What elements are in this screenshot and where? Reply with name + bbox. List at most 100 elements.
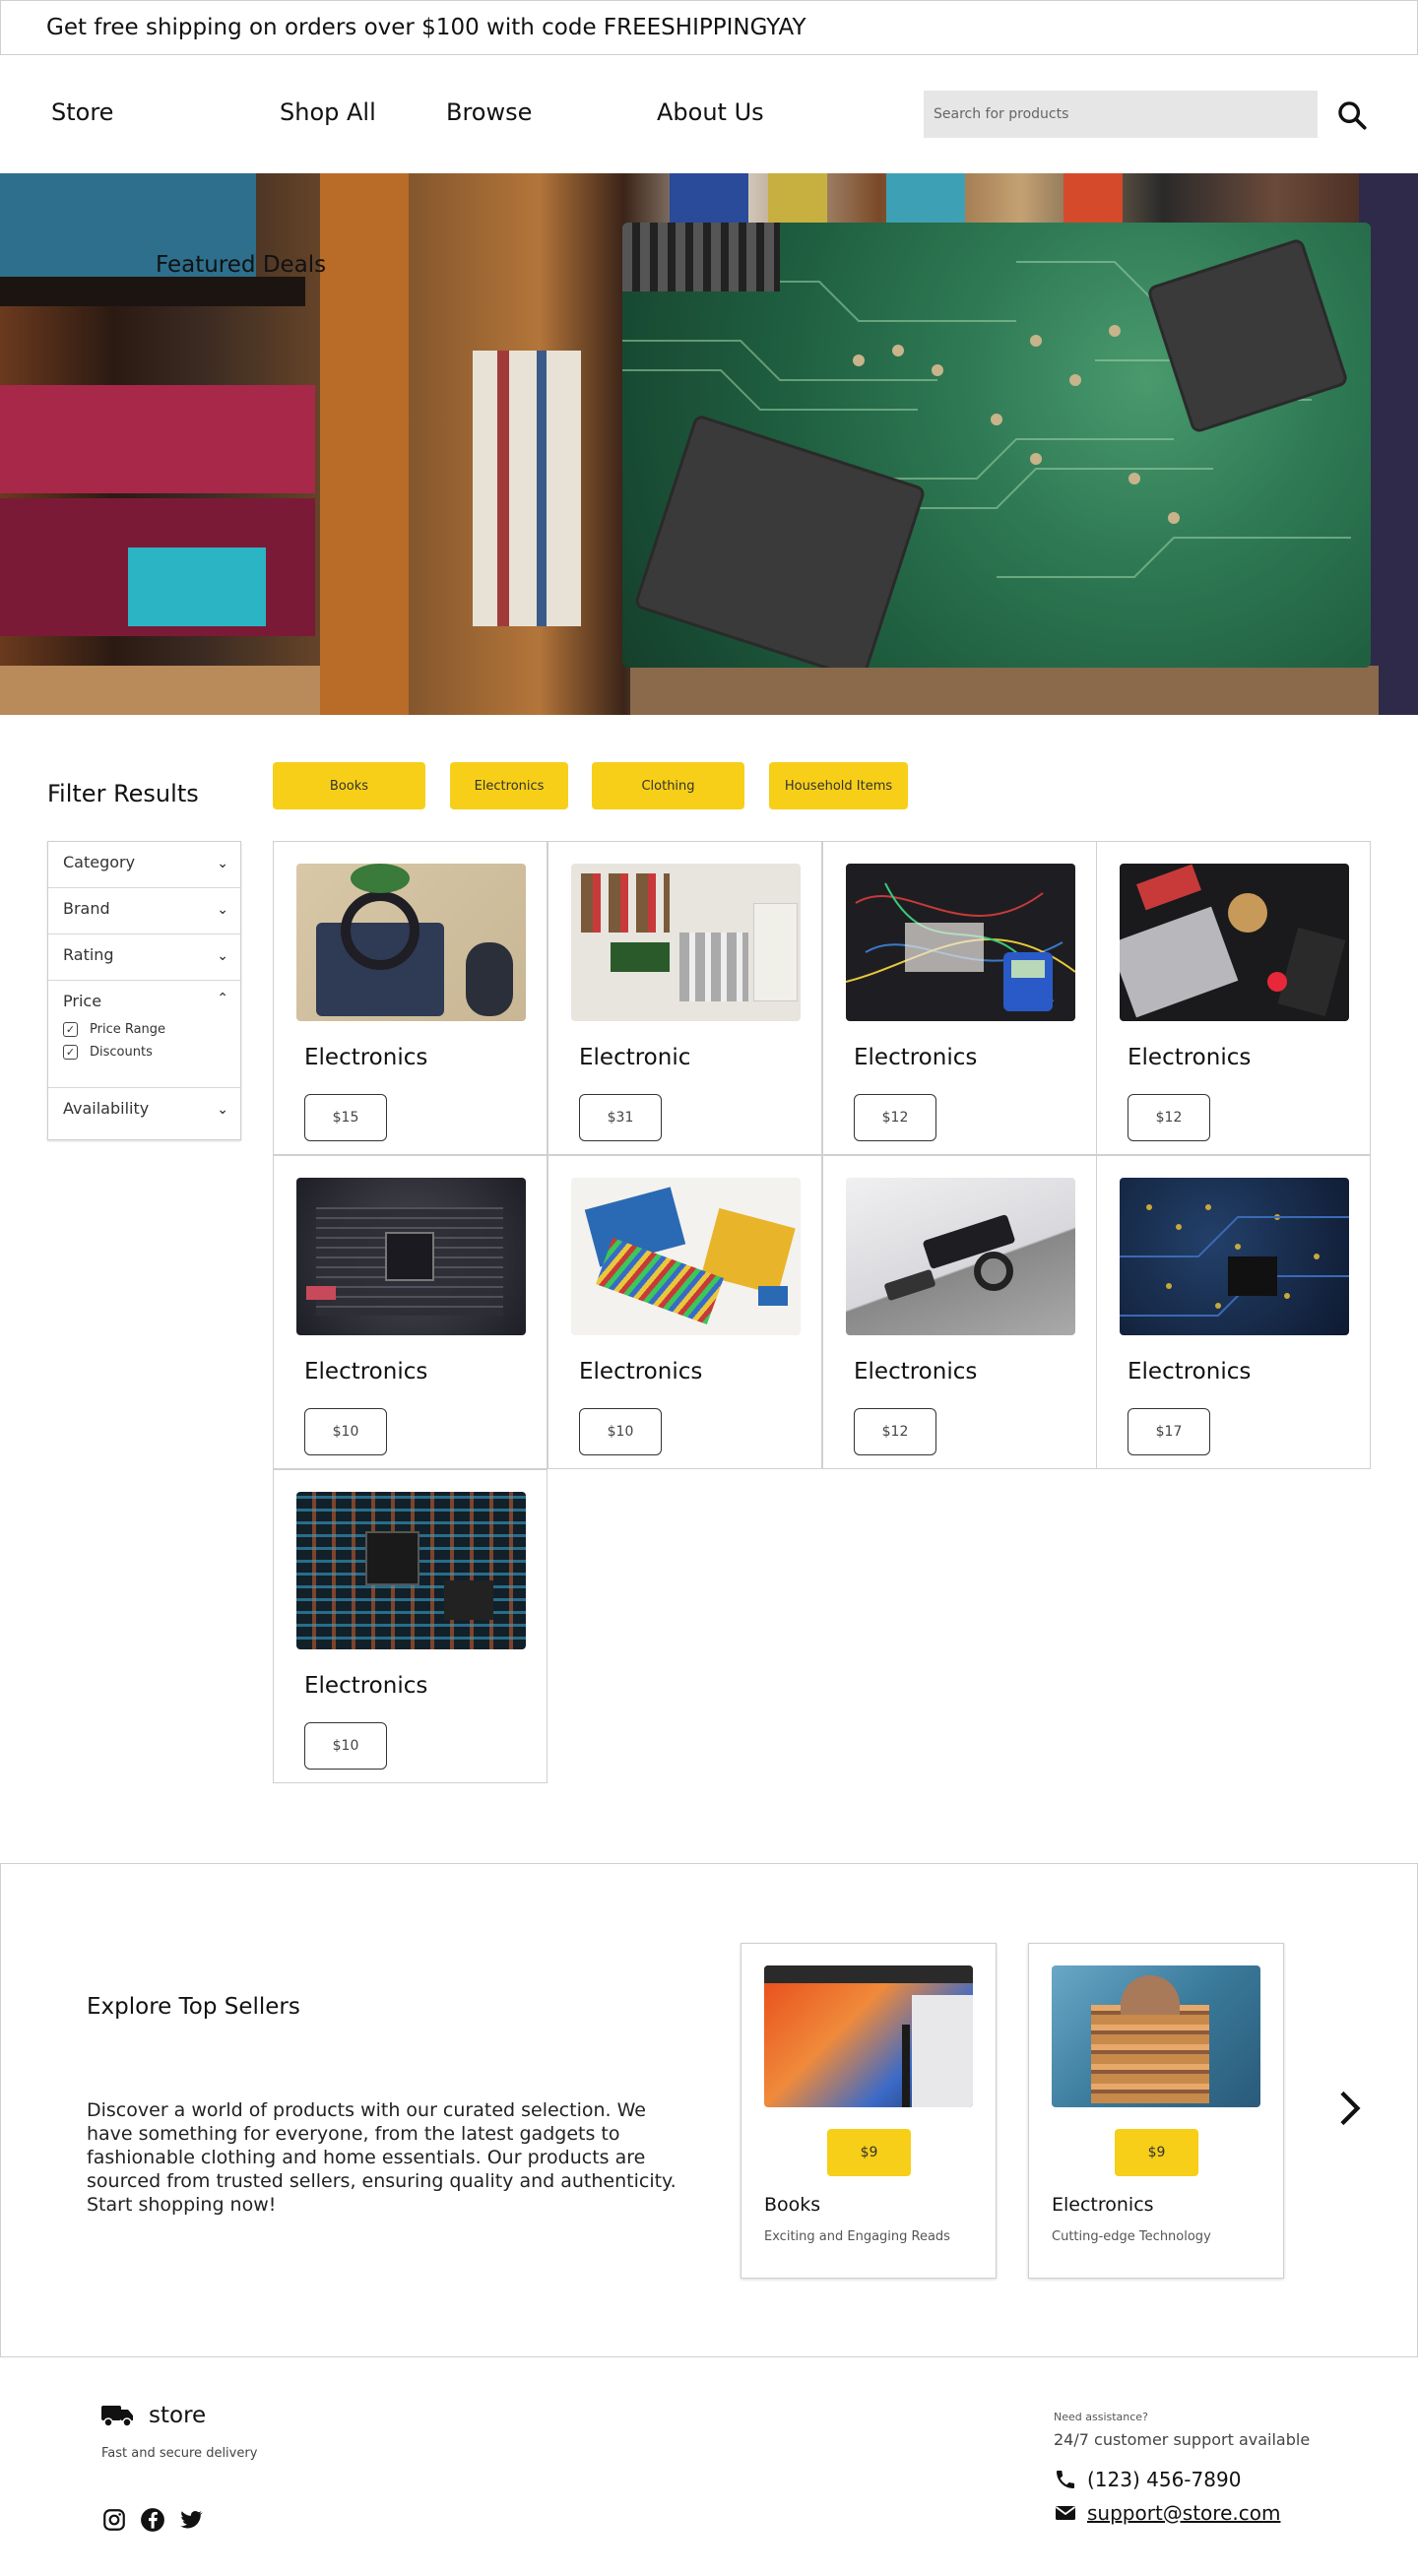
nav-browse[interactable]: Browse <box>446 98 532 126</box>
product-price-button[interactable]: $10 <box>304 1408 387 1455</box>
product-card[interactable]: Electronics $15 <box>273 841 548 1155</box>
product-name: Electronics <box>854 1045 978 1070</box>
footer-brand[interactable]: store <box>101 2403 206 2428</box>
seller-name: Electronics <box>1052 2194 1154 2216</box>
hero-title: Featured Deals <box>156 252 327 278</box>
product-name: Electronics <box>304 1359 428 1385</box>
seller-subtitle: Cutting-edge Technology <box>1052 2229 1211 2244</box>
product-image <box>846 1178 1075 1335</box>
product-price-button[interactable]: $12 <box>854 1094 936 1141</box>
email-link[interactable]: support@store.com <box>1087 2501 1280 2525</box>
phone-icon <box>1057 2471 1074 2488</box>
product-card[interactable]: Electronic $31 <box>548 841 822 1155</box>
category-chip-books[interactable]: Books <box>273 762 425 809</box>
product-name: Electronics <box>1128 1359 1252 1385</box>
product-price-button[interactable]: $10 <box>579 1408 662 1455</box>
product-card[interactable]: Electronics $12 <box>822 841 1097 1155</box>
product-price-button[interactable]: $12 <box>1128 1094 1210 1141</box>
seller-price-button[interactable]: $9 <box>1115 2129 1198 2176</box>
main-nav: Store Shop All Browse About Us <box>0 55 1418 173</box>
nav-shop-all[interactable]: Shop All <box>280 98 376 126</box>
product-name: Electronics <box>304 1045 428 1070</box>
product-image <box>296 864 526 1021</box>
check-icon[interactable]: ✓ <box>63 1045 78 1060</box>
product-image <box>296 1492 526 1649</box>
product-image <box>1120 1178 1349 1335</box>
nav-about-us[interactable]: About Us <box>657 98 764 126</box>
price-range-option[interactable]: ✓ Price Range <box>63 1022 240 1037</box>
seller-name: Books <box>764 2194 821 2216</box>
seller-card[interactable]: $9 Electronics Cutting-edge Technology <box>1028 1943 1284 2279</box>
top-sellers-section: Explore Top Sellers Discover a world of … <box>0 1863 1418 2357</box>
footer-brand-name: store <box>149 2403 207 2428</box>
filter-title: Filter Results <box>47 780 199 807</box>
product-name: Electronic <box>579 1045 691 1070</box>
product-card[interactable]: Electronics $12 <box>1096 841 1371 1155</box>
product-card[interactable]: Electronics $10 <box>548 1155 822 1469</box>
logo-link[interactable]: Store <box>51 98 113 126</box>
hero-banner: Featured Deals <box>0 173 1418 715</box>
filter-brand[interactable]: Brand ⌄ <box>48 888 240 934</box>
filter-rating[interactable]: Rating ⌄ <box>48 934 240 981</box>
product-card[interactable]: Electronics $10 <box>273 1155 548 1469</box>
price-range-label: Price Range <box>90 1022 166 1037</box>
filter-category-label: Category <box>63 853 136 871</box>
product-price-button[interactable]: $15 <box>304 1094 387 1141</box>
chevron-down-icon: ⌄ <box>217 856 228 871</box>
product-name: Electronics <box>1128 1045 1252 1070</box>
filter-rating-label: Rating <box>63 945 114 964</box>
facebook-icon[interactable] <box>140 2507 165 2533</box>
product-price-button[interactable]: $12 <box>854 1408 936 1455</box>
truck-icon <box>101 2406 133 2427</box>
product-price-button[interactable]: $17 <box>1128 1408 1210 1455</box>
category-chip-electronics[interactable]: Electronics <box>450 762 568 809</box>
phone-number: (123) 456-7890 <box>1087 2468 1242 2491</box>
check-icon[interactable]: ✓ <box>63 1022 78 1037</box>
product-card[interactable]: Electronics $17 <box>1096 1155 1371 1469</box>
hero-image <box>622 223 1371 668</box>
top-sellers-title: Explore Top Sellers <box>87 1994 300 2020</box>
footer-tagline: Fast and secure delivery <box>101 2446 258 2461</box>
filter-price-label: Price <box>63 992 102 1010</box>
mail-icon <box>1055 2506 1076 2520</box>
filter-availability[interactable]: Availability ⌄ <box>48 1088 240 1134</box>
filter-availability-label: Availability <box>63 1099 150 1118</box>
seller-image <box>1052 1965 1260 2107</box>
email-contact[interactable]: support@store.com <box>1054 2501 1280 2525</box>
filter-brand-label: Brand <box>63 899 110 918</box>
product-image <box>571 864 801 1021</box>
announcement-text: Get free shipping on orders over $100 wi… <box>46 15 806 40</box>
seller-price-button[interactable]: $9 <box>827 2129 911 2176</box>
page: Get free shipping on orders over $100 wi… <box>0 0 1418 2576</box>
product-image <box>571 1178 801 1335</box>
filter-category[interactable]: Category ⌄ <box>48 842 240 888</box>
top-sellers-description: Discover a world of products with our cu… <box>87 2099 677 2216</box>
discounts-option[interactable]: ✓ Discounts <box>63 1045 240 1060</box>
announcement-bar: Get free shipping on orders over $100 wi… <box>0 0 1418 55</box>
phone-contact[interactable]: (123) 456-7890 <box>1054 2468 1241 2491</box>
product-price-button[interactable]: $31 <box>579 1094 662 1141</box>
category-chip-household-items[interactable]: Household Items <box>769 762 908 809</box>
chevron-right-icon[interactable] <box>1332 2089 1366 2128</box>
chevron-down-icon: ⌄ <box>217 948 228 964</box>
product-image <box>1120 864 1349 1021</box>
seller-subtitle: Exciting and Engaging Reads <box>764 2229 950 2244</box>
product-image <box>846 864 1075 1021</box>
twitter-icon[interactable] <box>178 2507 204 2533</box>
search-icon[interactable] <box>1335 98 1369 132</box>
product-card[interactable]: Electronics $12 <box>822 1155 1097 1469</box>
filter-price[interactable]: Price ⌃ ✓ Price Range ✓ Discounts <box>48 981 240 1088</box>
product-name: Electronics <box>304 1673 428 1699</box>
chevron-down-icon: ⌄ <box>217 902 228 918</box>
seller-card[interactable]: $9 Books Exciting and Engaging Reads <box>741 1943 997 2279</box>
instagram-icon[interactable] <box>101 2507 127 2533</box>
product-name: Electronics <box>579 1359 703 1385</box>
help-label: Need assistance? <box>1054 2411 1148 2423</box>
search-input[interactable] <box>924 91 1318 138</box>
seller-image <box>764 1965 973 2107</box>
product-card[interactable]: Electronics $10 <box>273 1469 548 1783</box>
chevron-up-icon: ⌃ <box>217 991 228 1006</box>
product-price-button[interactable]: $10 <box>304 1722 387 1770</box>
category-chip-clothing[interactable]: Clothing <box>592 762 744 809</box>
discounts-label: Discounts <box>90 1045 153 1060</box>
